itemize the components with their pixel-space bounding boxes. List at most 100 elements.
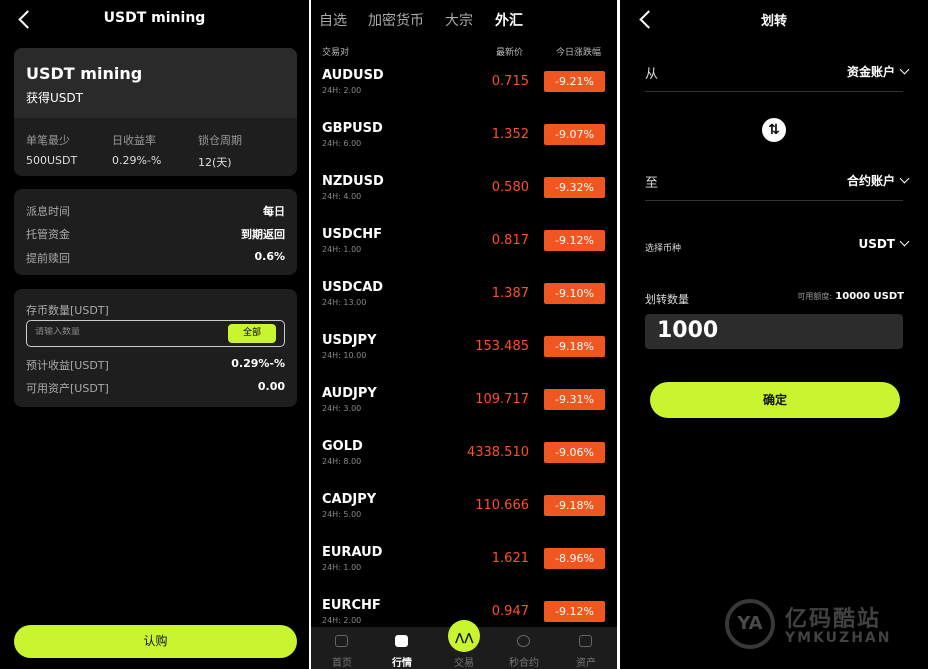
pair-volume: 24H: 8.00	[322, 457, 362, 466]
deposit-label: 存币数量[USDT]	[26, 304, 109, 317]
deposit-amount-input[interactable]	[35, 327, 205, 337]
available-value: 0.00	[257, 380, 285, 393]
pair-volume: 24H: 1.00	[322, 245, 362, 254]
pair-price: 1.352	[491, 127, 529, 142]
stat-label: 日收益率	[112, 134, 156, 147]
header-change: 今日涨跌幅	[556, 48, 602, 58]
stat-min: 单笔最少 500USDT	[26, 132, 77, 167]
pair-name[interactable]: USDCHF	[322, 227, 382, 242]
wallet-icon	[579, 635, 592, 647]
stat-lock-period: 锁仓周期 12(天)	[198, 132, 242, 170]
from-account-select[interactable]: 资金账户	[846, 63, 910, 80]
nav-contract[interactable]: 秒合约	[499, 627, 549, 669]
tab-crypto[interactable]: 加密货币	[368, 10, 424, 30]
tab-forex[interactable]: 外汇	[495, 10, 523, 30]
pair-volume: 24H: 5.00	[322, 510, 362, 519]
nav-label: 秒合约	[509, 658, 539, 669]
watermark-logo-icon: YA	[725, 599, 775, 649]
stat-daily-rate: 日收益率 0.29%-%	[112, 132, 161, 167]
chevron-down-icon	[899, 173, 910, 184]
pair-name[interactable]: NZDUSD	[322, 174, 384, 189]
available-row: 可用资产[USDT] 0.00	[26, 380, 285, 396]
mining-screen: USDT mining USDT mining 获得USDT 单笔最少 500U…	[0, 0, 309, 669]
expected-value: 0.29%-%	[231, 357, 285, 370]
change-badge: -9.12%	[544, 230, 605, 251]
pair-name[interactable]: GOLD	[322, 439, 363, 454]
market-screen: 自选 加密货币 大宗 外汇 交易对 最新价 今日涨跌幅 AUDUSD 24H: 2…	[311, 0, 617, 669]
from-label: 从	[645, 67, 659, 82]
nav-market[interactable]: 行情	[377, 627, 427, 669]
header-price: 最新价	[496, 48, 524, 58]
expected-row: 预计收益[USDT] 0.29%-%	[26, 357, 285, 373]
pair-price: 1.621	[491, 551, 529, 566]
divider	[645, 200, 903, 201]
pair-name[interactable]: EURAUD	[322, 545, 382, 560]
chart-icon	[395, 635, 408, 647]
available-label: 可用资产[USDT]	[26, 382, 109, 395]
info-value: 到期返回	[241, 228, 285, 241]
pair-price: 110.666	[475, 498, 529, 513]
pair-name[interactable]: CADJPY	[322, 492, 376, 507]
expected-label: 预计收益[USDT]	[26, 359, 109, 372]
pair-name[interactable]: GBPUSD	[322, 121, 383, 136]
stat-value: 500USDT	[26, 154, 78, 167]
subscribe-button[interactable]: 认购	[14, 625, 297, 658]
deposit-card: 存币数量[USDT] 全部 预计收益[USDT] 0.29%-% 可用资产[US…	[14, 289, 297, 407]
pair-name[interactable]: USDCAD	[322, 280, 383, 295]
amount-field	[645, 314, 903, 349]
pair-volume: 24H: 3.00	[322, 404, 362, 413]
amount-label: 划转数量	[645, 293, 689, 306]
stat-label: 单笔最少	[26, 134, 70, 147]
header-pair: 交易对	[322, 48, 350, 58]
change-badge: -9.10%	[544, 283, 605, 304]
pair-volume: 24H: 4.00	[322, 192, 362, 201]
nav-trade[interactable]: 交易	[439, 627, 489, 669]
info-label: 派息时间	[26, 205, 70, 218]
pair-price: 0.947	[491, 604, 529, 619]
tab-commodities[interactable]: 大宗	[445, 10, 473, 30]
watermark-en: YMKUZHAN	[785, 630, 892, 646]
pair-volume: 24H: 10.00	[322, 351, 367, 360]
available-label: 可用额度:	[797, 292, 833, 301]
pair-name[interactable]: EURCHF	[322, 598, 381, 613]
to-account-value: 合约账户	[846, 174, 895, 188]
contract-icon	[517, 635, 530, 647]
all-button[interactable]: 全部	[228, 324, 276, 343]
change-badge: -9.07%	[544, 124, 605, 145]
transfer-screen: 划转 从 资金账户 ⇅ 至 合约账户 选择币种 USDT 划转数量 可用额度: …	[620, 0, 928, 669]
product-card: USDT mining 获得USDT 单笔最少 500USDT 日收益率 0.2…	[14, 48, 297, 176]
currency-select[interactable]: USDT	[858, 236, 910, 251]
pair-name[interactable]: AUDJPY	[322, 386, 377, 401]
deposit-amount-field: 全部	[26, 320, 285, 347]
info-label: 提前赎回	[26, 252, 70, 265]
change-badge: -9.32%	[544, 177, 605, 198]
to-account-select[interactable]: 合约账户	[846, 172, 910, 189]
change-badge: -9.18%	[544, 495, 605, 516]
confirm-button[interactable]: 确定	[650, 382, 900, 418]
from-account-value: 资金账户	[846, 65, 895, 79]
nav-label: 资产	[576, 658, 596, 669]
amount-input[interactable]	[657, 318, 887, 343]
pair-price: 0.580	[491, 180, 529, 195]
stat-value: 0.29%-%	[112, 154, 162, 167]
tab-favorites[interactable]: 自选	[319, 10, 347, 30]
nav-assets[interactable]: 资产	[561, 627, 611, 669]
pair-volume: 24H: 2.00	[322, 86, 362, 95]
nav-home[interactable]: 首页	[317, 627, 367, 669]
pair-name[interactable]: USDJPY	[322, 333, 377, 348]
pair-price: 1.387	[491, 286, 529, 301]
nav-label: 首页	[332, 658, 352, 669]
pair-volume: 24H: 1.00	[322, 563, 362, 572]
home-icon	[335, 635, 348, 647]
page-title: 划转	[760, 14, 787, 29]
info-card: 派息时间 每日 托管资金 到期返回 提前赎回 0.6%	[14, 189, 297, 275]
currency-value: USDT	[858, 237, 895, 251]
chevron-down-icon	[899, 236, 910, 247]
pair-name[interactable]: AUDUSD	[322, 68, 384, 83]
watermark: YA 亿码酷站 YMKUZHAN	[725, 599, 895, 655]
swap-icon[interactable]: ⇅	[762, 118, 786, 142]
info-row: 派息时间 每日	[26, 203, 285, 219]
nav-label: 行情	[392, 658, 412, 669]
stat-value: 12(天)	[198, 156, 232, 169]
pair-volume: 24H: 2.00	[322, 616, 362, 625]
